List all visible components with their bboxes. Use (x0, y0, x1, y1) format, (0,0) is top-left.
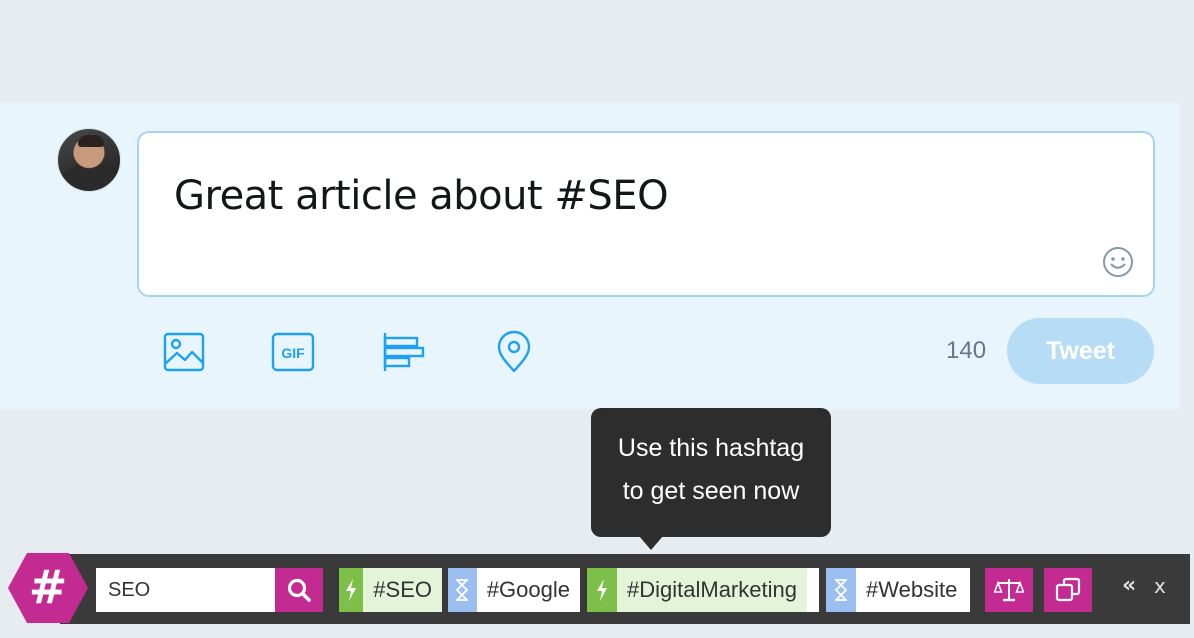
location-icon[interactable] (492, 330, 536, 374)
hashtag-label: #Google (476, 568, 580, 612)
poll-icon[interactable] (381, 330, 425, 374)
character-counter: 140 (946, 337, 987, 364)
gif-icon[interactable]: GIF (271, 330, 315, 374)
hashtag-label: #SEO (363, 568, 442, 612)
logo-symbol: # (29, 560, 68, 614)
collapse-button[interactable]: « (1122, 573, 1136, 598)
tweet-text[interactable]: Great article about #SEO (174, 173, 669, 219)
avatar[interactable] (57, 128, 121, 192)
hourglass-icon (448, 568, 477, 612)
compare-button[interactable] (985, 568, 1033, 612)
hashtag-tooltip: Use this hashtag to get seen now (591, 408, 831, 537)
hourglass-icon (826, 568, 856, 612)
hashtag-search-input[interactable] (96, 568, 275, 612)
hashtag-chip-website[interactable]: #Website (826, 568, 970, 612)
tweet-textbox[interactable]: Great article about #SEO (137, 131, 1155, 297)
close-button[interactable]: x (1154, 574, 1166, 598)
search-icon (287, 578, 311, 602)
copy-icon (1055, 577, 1081, 602)
emoji-icon[interactable] (1101, 245, 1135, 279)
search-button[interactable] (275, 568, 323, 612)
lightning-icon (339, 568, 364, 612)
tooltip-line-2: to get seen now (622, 477, 800, 505)
lightning-icon (587, 568, 617, 612)
hashtag-label: #DigitalMarketing (617, 568, 807, 612)
tweet-button[interactable]: Tweet (1007, 318, 1154, 384)
hashtag-chip-digitalmarketing[interactable]: #DigitalMarketing (587, 568, 819, 612)
hashtag-label: #Website (856, 568, 968, 612)
tooltip-line-1: Use this hashtag (617, 434, 805, 462)
hashtag-chip-seo[interactable]: #SEO (339, 568, 442, 612)
image-icon[interactable] (162, 330, 206, 374)
scale-icon (994, 579, 1024, 602)
tooltip-arrow (639, 536, 663, 550)
hashtag-chip-google[interactable]: #Google (448, 568, 580, 612)
gif-label: GIF (281, 345, 305, 361)
hashtag-logo[interactable]: # (7, 551, 89, 625)
copy-button[interactable] (1044, 568, 1092, 612)
